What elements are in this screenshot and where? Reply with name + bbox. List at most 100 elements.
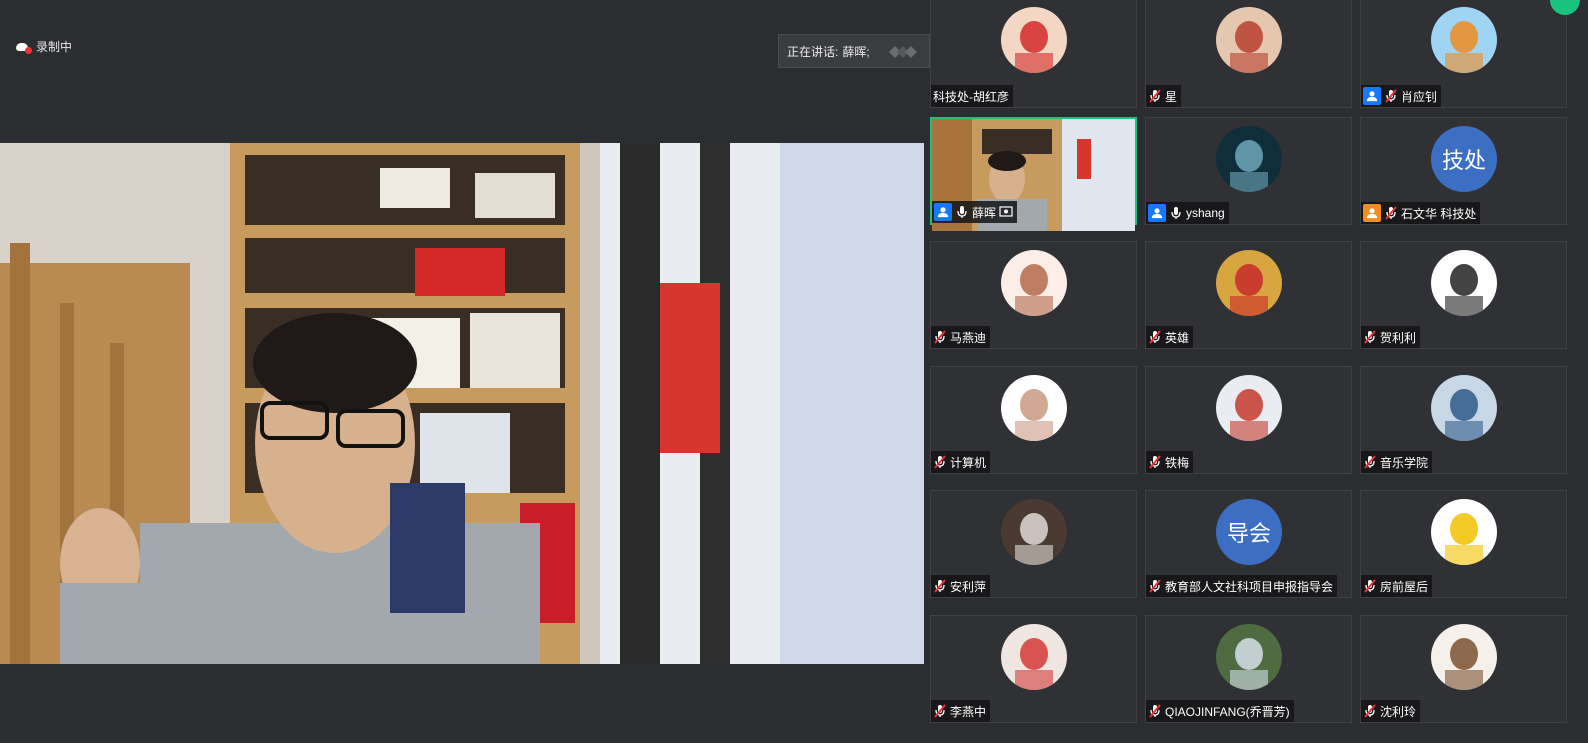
participant-namebar: 教育部人文社科项目申报指导会	[1146, 575, 1338, 597]
participant-namebar: 英雄	[1146, 326, 1194, 348]
host-badge-icon	[1148, 204, 1166, 222]
participant-tile[interactable]: QIAOJINFANG(乔晋芳)	[1145, 615, 1352, 723]
participant-avatar	[1001, 375, 1067, 441]
participant-avatar	[1001, 624, 1067, 690]
participant-name: yshang	[1186, 206, 1225, 220]
participant-tile[interactable]: 沈利玲	[1360, 615, 1567, 723]
participant-tile[interactable]: 计算机	[930, 366, 1137, 474]
participant-name: QIAOJINFANG(乔晋芳)	[1165, 704, 1290, 719]
speaker-prefix: 正在讲话:	[787, 44, 839, 59]
participant-tile[interactable]: 铁梅	[1145, 366, 1352, 474]
mic-muted-icon	[933, 579, 947, 593]
mic-icon	[955, 205, 969, 219]
screen-share-icon	[999, 205, 1013, 219]
participant-grid: 科技处-胡红彦 星 肖应钊薛晖 yshang 技处 石文华 科技处马燕迪 英雄 贺利利计算机 铁…	[930, 0, 1588, 743]
participant-namebar: 石文华 科技处	[1361, 202, 1481, 224]
recording-indicator[interactable]: 录制中	[16, 38, 72, 55]
participant-avatar	[1431, 375, 1497, 441]
participant-tile[interactable]: 导会教育部人文社科项目申报指导会	[1145, 490, 1352, 598]
participant-name: 沈利玲	[1380, 704, 1417, 719]
participant-namebar: 安利萍	[931, 575, 991, 597]
participant-name: 石文华 科技处	[1401, 206, 1477, 221]
mic-muted-icon	[1384, 206, 1398, 220]
participant-avatar	[1216, 7, 1282, 73]
participant-tile[interactable]: 音乐学院	[1360, 366, 1567, 474]
participant-name: 铁梅	[1165, 455, 1190, 470]
mic-muted-icon	[1384, 89, 1398, 103]
participant-namebar: 肖应钊	[1361, 85, 1442, 107]
participant-avatar	[1001, 499, 1067, 565]
participant-tile[interactable]: 科技处-胡红彦	[930, 0, 1137, 108]
recording-cloud-icon	[16, 42, 32, 54]
participant-namebar: 沈利玲	[1361, 700, 1421, 722]
participant-namebar: 音乐学院	[1361, 451, 1433, 473]
mic-muted-icon	[1363, 330, 1377, 344]
participant-avatar	[1001, 250, 1067, 316]
meeting-window: 录制中 正在讲话: 薛晖; 科技处-胡红彦 星 肖应钊 薛晖 yshang 技处…	[0, 0, 1588, 743]
participant-namebar: 房前屋后	[1361, 575, 1433, 597]
status-ring-icon	[1550, 0, 1580, 15]
mic-muted-icon	[933, 455, 947, 469]
participant-namebar: 薛晖	[932, 201, 1018, 223]
participant-name: 音乐学院	[1380, 455, 1429, 470]
mic-icon	[1169, 206, 1183, 220]
cohost-badge-icon	[1363, 204, 1381, 222]
participant-name: 计算机	[950, 455, 987, 470]
participant-name: 星	[1165, 89, 1178, 104]
participant-tile[interactable]: 房前屋后	[1360, 490, 1567, 598]
participant-name: 安利萍	[950, 579, 987, 594]
participant-name: 贺利利	[1380, 330, 1417, 345]
mic-muted-icon	[1148, 455, 1162, 469]
participant-tile[interactable]: 技处 石文华 科技处	[1360, 117, 1567, 225]
participant-namebar: 铁梅	[1146, 451, 1194, 473]
participant-namebar: 马燕迪	[931, 326, 991, 348]
participant-name: 薛晖	[972, 205, 997, 220]
mic-muted-icon	[1363, 704, 1377, 718]
mic-muted-icon	[1148, 89, 1162, 103]
participant-tile[interactable]: 英雄	[1145, 241, 1352, 349]
participant-namebar: 科技处-胡红彦	[931, 85, 1013, 107]
participant-tile[interactable]: 马燕迪	[930, 241, 1137, 349]
participant-avatar	[1431, 7, 1497, 73]
participant-name: 教育部人文社科项目申报指导会	[1165, 579, 1334, 594]
participant-avatar	[1431, 250, 1497, 316]
participant-avatar	[1001, 7, 1067, 73]
participant-namebar: 星	[1146, 85, 1182, 107]
participant-avatar	[1431, 499, 1497, 565]
participant-avatar	[1216, 375, 1282, 441]
participant-namebar: QIAOJINFANG(乔晋芳)	[1146, 700, 1294, 722]
main-speaker-video[interactable]	[0, 143, 924, 664]
speaker-logo-icon	[889, 46, 917, 58]
participant-avatar	[1216, 624, 1282, 690]
participant-tile[interactable]: 贺利利	[1360, 241, 1567, 349]
participant-avatar	[1216, 126, 1282, 192]
mic-muted-icon	[1148, 579, 1162, 593]
participant-avatar	[1431, 624, 1497, 690]
participant-name: 马燕迪	[950, 330, 987, 345]
participant-name: 房前屋后	[1380, 579, 1429, 594]
active-speaker-banner: 正在讲话: 薛晖;	[778, 34, 930, 68]
participant-namebar: 贺利利	[1361, 326, 1421, 348]
mic-muted-icon	[1148, 330, 1162, 344]
participant-namebar: yshang	[1146, 202, 1229, 224]
participant-tile[interactable]: 肖应钊	[1360, 0, 1580, 108]
mic-muted-icon	[933, 704, 947, 718]
participant-avatar	[1216, 250, 1282, 316]
mic-muted-icon	[1363, 579, 1377, 593]
participant-tile[interactable]: yshang	[1145, 117, 1352, 225]
participant-name: 肖应钊	[1401, 89, 1438, 104]
participant-namebar: 计算机	[931, 451, 991, 473]
participant-tile[interactable]: 星	[1145, 0, 1352, 108]
participant-tile[interactable]: 李燕中	[930, 615, 1137, 723]
host-badge-icon	[1363, 87, 1381, 105]
mic-muted-icon	[933, 330, 947, 344]
recording-label: 录制中	[36, 40, 73, 54]
participant-avatar: 导会	[1216, 499, 1282, 565]
mic-muted-icon	[1363, 455, 1377, 469]
participant-name: 李燕中	[950, 704, 987, 719]
participant-tile[interactable]: 安利萍	[930, 490, 1137, 598]
mic-muted-icon	[1148, 704, 1162, 718]
participant-tile[interactable]: 薛晖	[930, 117, 1137, 231]
speaker-name: 薛晖;	[842, 44, 870, 59]
participant-namebar: 李燕中	[931, 700, 991, 722]
